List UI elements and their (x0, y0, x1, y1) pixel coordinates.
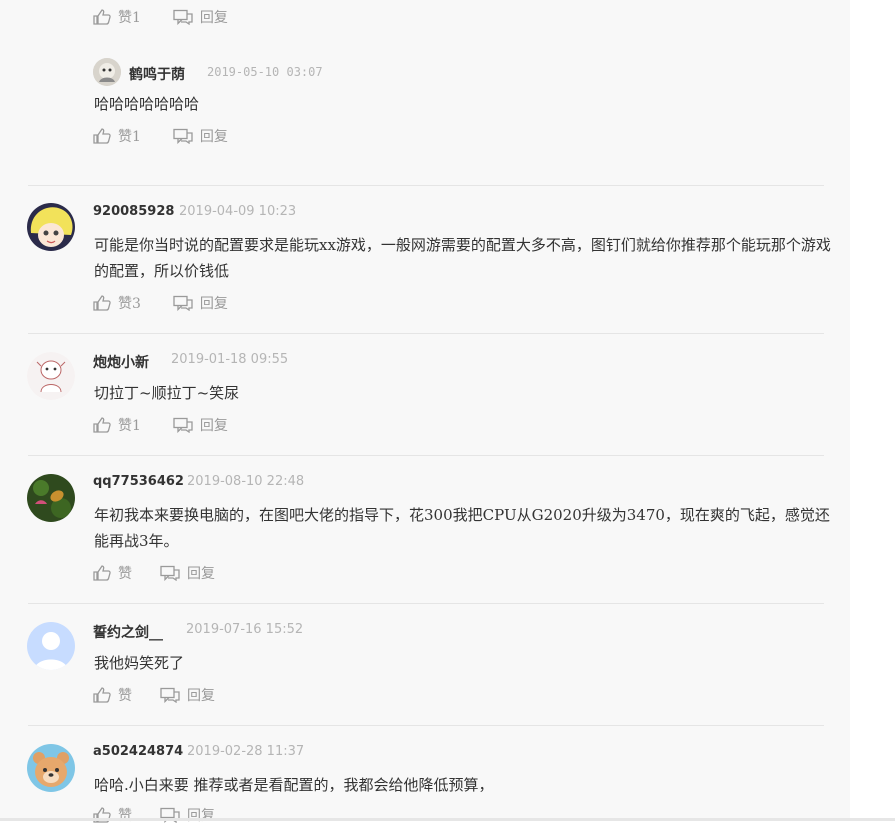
avatar[interactable] (93, 58, 121, 86)
divider (28, 333, 824, 334)
timestamp: 2019-05-10 03:07 (207, 65, 323, 79)
reply-button[interactable]: 回复 (173, 126, 228, 146)
reply-label: 回复 (199, 129, 228, 145)
chat-bubble-icon (173, 9, 193, 25)
like-label: 赞 (118, 688, 132, 704)
like-button[interactable]: 赞1 (93, 7, 141, 27)
avatar-image (27, 744, 75, 792)
comment-text: 我他妈笑死了 (94, 654, 185, 672)
reply-button[interactable]: 回复 (173, 7, 228, 27)
thumb-up-icon (93, 128, 111, 144)
username[interactable]: qq77536462 (93, 474, 184, 489)
avatar[interactable] (27, 744, 75, 792)
avatar[interactable] (27, 203, 75, 251)
action-row: 赞1 回复 (93, 415, 252, 435)
chat-bubble-icon (173, 295, 193, 311)
action-row: 赞 回复 (93, 805, 239, 825)
action-row: 赞 回复 (93, 563, 239, 583)
action-row: 赞1 回复 (93, 7, 252, 27)
thumb-up-icon (93, 687, 111, 703)
like-button[interactable]: 赞1 (93, 126, 141, 146)
comment-text: 哈哈.小白来要 推荐或者是看配置的，我都会给他降低预算， (94, 776, 494, 794)
avatar[interactable] (27, 352, 75, 400)
thumb-up-icon (93, 295, 111, 311)
reply-label: 回复 (199, 10, 228, 26)
like-label: 赞1 (118, 129, 141, 145)
avatar-image (93, 58, 121, 86)
divider (28, 455, 824, 456)
reply-label: 回复 (187, 688, 215, 704)
divider (28, 603, 824, 604)
like-button[interactable]: 赞 (93, 805, 132, 825)
comment-text: 切拉丁~顺拉丁~笑尿 (94, 384, 240, 402)
timestamp: 2019-04-09 10:23 (179, 204, 297, 219)
timestamp: 2019-02-28 11:37 (187, 744, 305, 759)
timestamp: 2019-01-18 09:55 (171, 352, 289, 367)
comment-text: 年初我本来要换电脑的，在图吧大佬的指导下，花300我把CPU从G2020升级为3… (94, 506, 830, 550)
action-row: 赞 回复 (93, 685, 239, 705)
reply-label: 回复 (199, 296, 228, 312)
thumb-up-icon (93, 417, 111, 433)
username[interactable]: 誓约之剑__ (93, 622, 163, 642)
like-button[interactable]: 赞1 (93, 415, 141, 435)
timestamp: 2019-07-16 15:52 (186, 622, 304, 637)
reply-label: 回复 (187, 808, 215, 824)
divider (28, 185, 824, 186)
avatar[interactable] (27, 474, 75, 522)
chat-bubble-icon (160, 565, 180, 581)
reply-button[interactable]: 回复 (173, 415, 228, 435)
like-button[interactable]: 赞 (93, 563, 132, 583)
like-button[interactable]: 赞3 (93, 293, 141, 313)
username[interactable]: 鹤鸣于荫 (129, 64, 185, 84)
chat-bubble-icon (160, 687, 180, 703)
chat-bubble-icon (173, 128, 193, 144)
comment-text: 哈哈哈哈哈哈哈 (94, 95, 200, 113)
reply-button[interactable]: 回复 (160, 685, 215, 705)
divider (28, 725, 824, 726)
action-row: 赞1 回复 (93, 126, 252, 146)
username[interactable]: 炮炮小新 (93, 352, 149, 372)
avatar-image (27, 474, 75, 522)
default-user-icon (27, 622, 75, 670)
username[interactable]: 920085928 (93, 204, 174, 219)
like-label: 赞3 (118, 296, 141, 312)
comment-text: 可能是你当时说的配置要求是能玩xx游戏，一般网游需要的配置大多不高，图钉们就给你… (94, 236, 831, 280)
chat-bubble-icon (173, 417, 193, 433)
timestamp: 2019-08-10 22:48 (187, 474, 305, 489)
thumb-up-icon (93, 9, 111, 25)
like-label: 赞 (118, 566, 132, 582)
reply-button[interactable]: 回复 (173, 293, 228, 313)
like-button[interactable]: 赞 (93, 685, 132, 705)
action-row: 赞3 回复 (93, 293, 252, 313)
thumb-up-icon (93, 565, 111, 581)
like-label: 赞 (118, 808, 132, 824)
page-margin (850, 0, 895, 821)
avatar-image (27, 203, 75, 251)
like-label: 赞1 (118, 418, 141, 434)
reply-label: 回复 (199, 418, 228, 434)
like-label: 赞1 (118, 10, 141, 26)
reply-button[interactable]: 回复 (160, 805, 215, 825)
avatar-image (27, 352, 75, 400)
reply-label: 回复 (187, 566, 215, 582)
username[interactable]: a502424874 (93, 744, 183, 759)
reply-button[interactable]: 回复 (160, 563, 215, 583)
avatar[interactable] (27, 622, 75, 670)
